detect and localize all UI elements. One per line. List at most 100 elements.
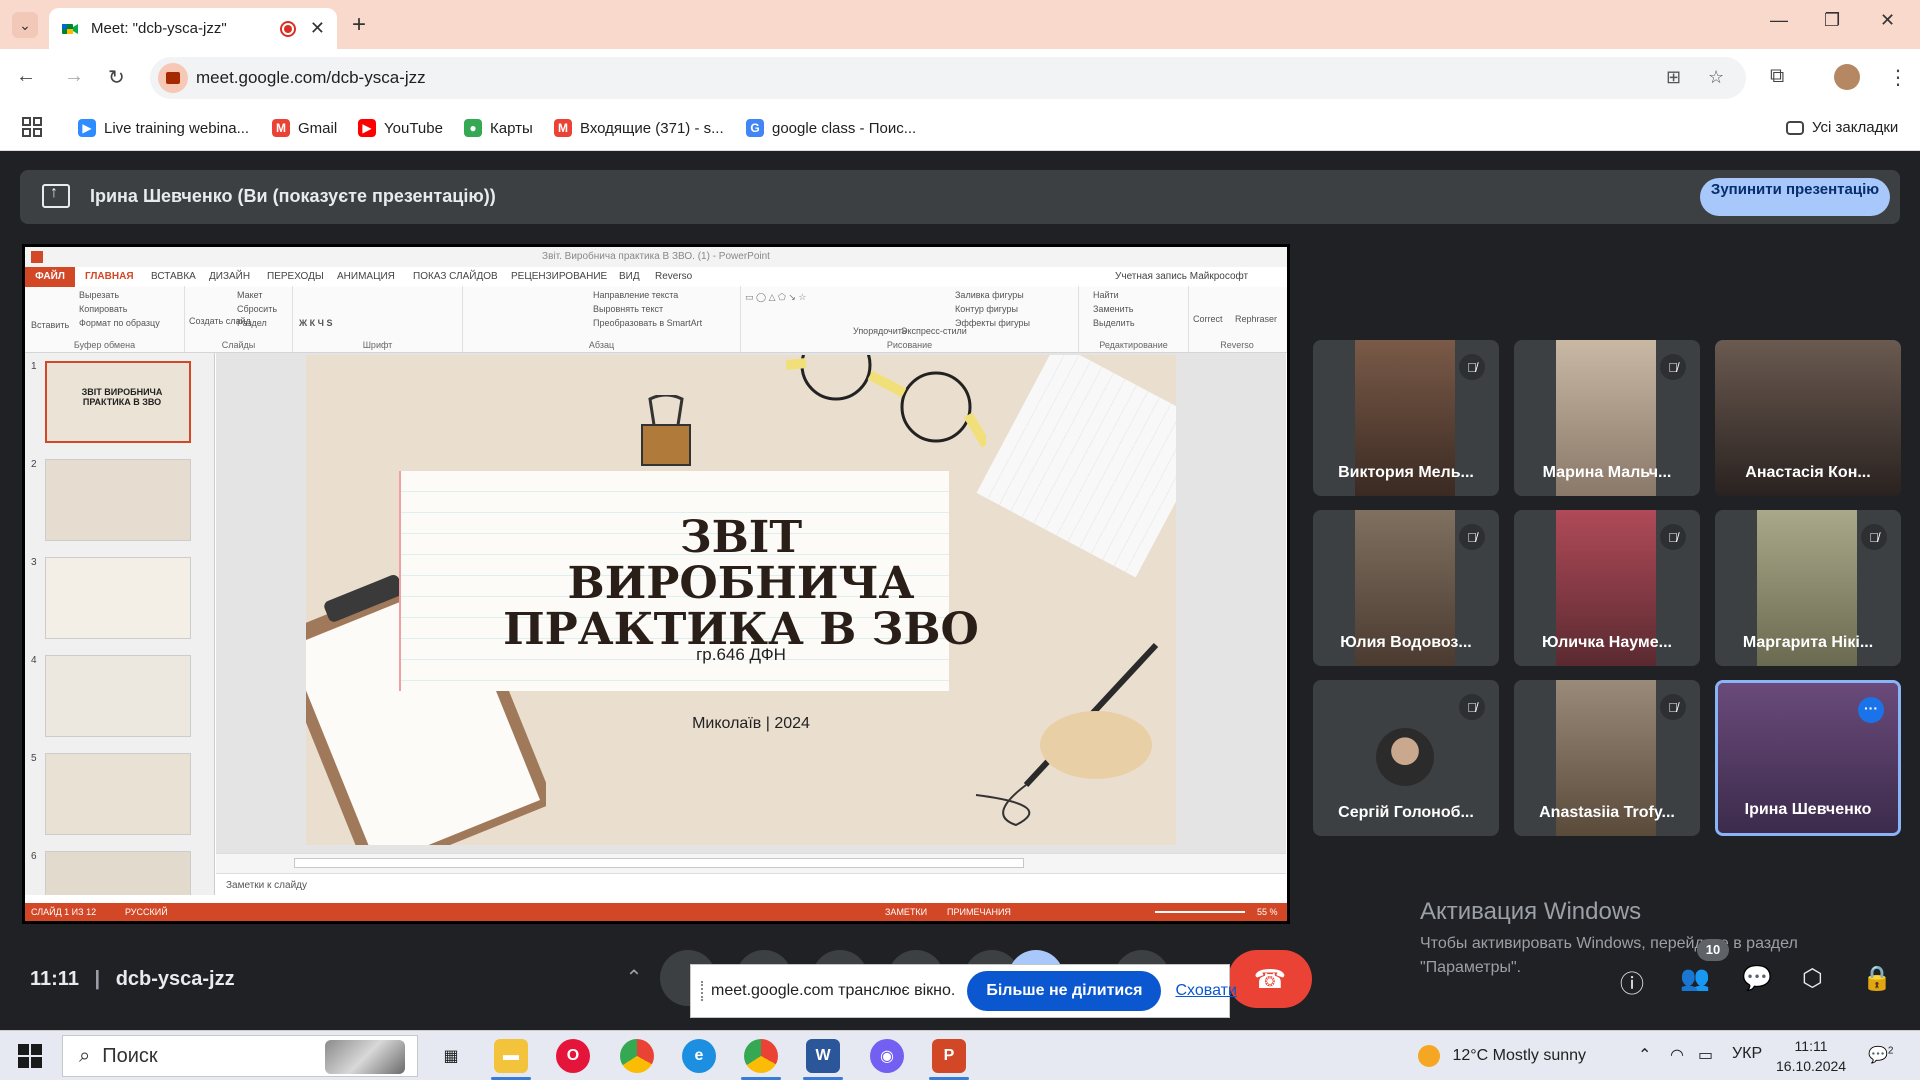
select-button[interactable]: Выделить — [1093, 318, 1135, 328]
language-indicator[interactable]: УКР — [1732, 1045, 1762, 1063]
cut-button[interactable]: Вырезать — [79, 290, 119, 300]
slide-thumbnail[interactable] — [45, 557, 191, 639]
slide-thumbnail[interactable]: ЗВІТ ВИРОБНИЧА ПРАКТИКА В ЗВО — [45, 361, 191, 443]
apps-grid-icon[interactable] — [22, 117, 42, 137]
bookmark-maps[interactable]: ● Карты — [464, 119, 533, 137]
slide-thumbnail[interactable] — [45, 655, 191, 737]
info-icon[interactable]: ⓘ — [1620, 964, 1644, 999]
bookmark-youtube[interactable]: ▶ YouTube — [358, 119, 443, 137]
star-icon[interactable]: ☆ — [1708, 67, 1724, 88]
slide-thumbnail[interactable] — [45, 851, 191, 895]
viber-icon[interactable]: ◉ — [870, 1039, 904, 1073]
hide-notification-link[interactable]: Сховати — [1175, 982, 1236, 1000]
slide-notes[interactable]: Заметки к слайду — [216, 873, 1286, 895]
bookmark-inbox[interactable]: M Входящие (371) - s... — [554, 119, 724, 137]
smartart-button[interactable]: Преобразовать в SmartArt — [593, 318, 702, 328]
zoom-level[interactable]: 55 % — [1257, 903, 1278, 921]
participant-tile[interactable]: 🎙̸ Виктория Мель... — [1313, 340, 1499, 496]
arrange-button[interactable]: Упорядочить — [853, 326, 907, 336]
menu-icon[interactable]: ⋮ — [1888, 65, 1908, 90]
horizontal-scrollbar[interactable] — [216, 853, 1286, 873]
language-indicator[interactable]: РУССКИЙ — [125, 903, 168, 921]
minimize-icon[interactable]: — — [1770, 10, 1788, 31]
stop-presenting-button[interactable]: Зупинити презентацію — [1700, 178, 1890, 216]
tray-expand-icon[interactable]: ⌃ — [1638, 1045, 1651, 1065]
paste-button[interactable]: Вставить — [31, 320, 69, 330]
shapes-gallery-icon[interactable]: ▭ ◯ △ ⬠ ↘ ☆ — [745, 292, 806, 303]
participant-tile[interactable]: 🎙̸ Юлия Водовоз... — [1313, 510, 1499, 666]
chrome-icon[interactable] — [620, 1039, 654, 1073]
site-info-icon[interactable] — [158, 63, 188, 93]
ppt-tab-file[interactable]: ФАЙЛ — [25, 267, 75, 287]
slide-thumbnail[interactable] — [45, 459, 191, 541]
people-icon[interactable]: 👥 — [1680, 964, 1710, 993]
copy-button[interactable]: Копировать — [79, 304, 127, 314]
notes-toggle[interactable]: ЗАМЕТКИ — [885, 903, 927, 921]
notifications-icon[interactable]: 💬2 — [1868, 1045, 1893, 1065]
section-button[interactable]: Раздел — [237, 318, 267, 328]
extensions-icon[interactable]: ⧉ — [1770, 65, 1784, 88]
chevron-up-icon[interactable]: ⌃ — [608, 952, 660, 1004]
ppt-tab-reverso[interactable]: Reverso — [655, 271, 692, 282]
slide-subtitle[interactable]: гр.646 ДФН — [391, 645, 1091, 665]
reload-icon[interactable]: ↻ — [108, 65, 125, 90]
word-icon[interactable]: W — [806, 1039, 840, 1073]
participant-tile[interactable]: 🎙̸ Anastasiia Trofy... — [1514, 680, 1700, 836]
current-slide[interactable]: ЗВІТ ВИРОБНИЧА ПРАКТИКА В ЗВО гр.646 ДФН… — [306, 355, 1176, 845]
ppt-tab-transitions[interactable]: ПЕРЕХОДЫ — [267, 271, 324, 282]
slide-footer[interactable]: Миколаїв | 2024 — [391, 715, 1111, 733]
bookmark-gmail[interactable]: M Gmail — [272, 119, 337, 137]
shape-effects-button[interactable]: Эффекты фигуры — [955, 318, 1030, 328]
new-tab-button[interactable]: + — [352, 11, 366, 39]
correct-button[interactable]: Correct — [1193, 314, 1223, 324]
bookmark-zoom[interactable]: ▶ Live training webina... — [78, 119, 249, 137]
chrome-profile-icon[interactable] — [744, 1039, 778, 1073]
reset-button[interactable]: Сбросить — [237, 304, 277, 314]
weather-widget[interactable]: 12°C Mostly sunny — [1418, 1045, 1586, 1067]
all-bookmarks[interactable]: Усі закладки — [1786, 119, 1898, 136]
drag-handle[interactable] — [701, 981, 703, 1001]
stop-sharing-button[interactable]: Більше не ділитися — [967, 971, 1162, 1011]
browser-tab-meet[interactable]: Meet: "dcb-ysca-jzz" ✕ — [49, 8, 337, 49]
ppt-tab-slideshow[interactable]: ПОКАЗ СЛАЙДОВ — [413, 271, 498, 282]
participant-tile[interactable]: 🎙̸ Сергій Голоноб... — [1313, 680, 1499, 836]
forward-icon[interactable]: → — [64, 65, 84, 88]
participant-tile-self[interactable]: ··· Ірина Шевченко — [1715, 680, 1901, 836]
tab-search-button[interactable]: ⌄ — [12, 12, 38, 38]
layout-button[interactable]: Макет — [237, 290, 262, 300]
wifi-icon[interactable]: ◠ — [1670, 1045, 1684, 1065]
translate-icon[interactable]: ⊞ — [1666, 67, 1681, 88]
chat-icon[interactable]: 💬 — [1742, 964, 1772, 993]
comments-toggle[interactable]: ПРИМЕЧАНИЯ — [947, 903, 1011, 921]
close-tab-icon[interactable]: ✕ — [310, 18, 325, 39]
taskbar-clock[interactable]: 11:11 16.10.2024 — [1776, 1036, 1846, 1076]
leave-call-button[interactable]: ☎ — [1228, 950, 1312, 1008]
activities-icon[interactable]: ⬡ — [1802, 964, 1823, 993]
file-explorer-icon[interactable]: ▬ — [494, 1039, 528, 1073]
edge-icon[interactable]: e — [682, 1039, 716, 1073]
back-icon[interactable]: ← — [16, 65, 36, 88]
more-options-icon[interactable]: ··· — [1858, 697, 1884, 723]
shape-outline-button[interactable]: Контур фигуры — [955, 304, 1018, 314]
address-bar[interactable]: meet.google.com/dcb-ysca-jzz ⊞ ☆ — [150, 57, 1746, 99]
battery-icon[interactable]: ▭ — [1698, 1045, 1713, 1065]
find-button[interactable]: Найти — [1093, 290, 1119, 300]
taskbar-search[interactable]: ⌕ Поиск — [62, 1035, 418, 1077]
ppt-account[interactable]: Учетная запись Майкрософт — [1115, 271, 1248, 282]
text-direction-button[interactable]: Направление текста — [593, 290, 678, 300]
ppt-tab-animation[interactable]: АНИМАЦИЯ — [337, 271, 395, 282]
ppt-tab-design[interactable]: ДИЗАЙН — [209, 271, 250, 282]
windows-start-icon[interactable] — [18, 1044, 42, 1068]
ppt-tab-view[interactable]: ВИД — [619, 271, 640, 282]
bookmark-google-class[interactable]: Ggoogle class - Поис... — [746, 119, 916, 137]
ppt-tab-insert[interactable]: ВСТАВКА — [151, 271, 196, 282]
slide-title[interactable]: ЗВІТ ВИРОБНИЧА ПРАКТИКА В ЗВО — [391, 515, 1091, 653]
replace-button[interactable]: Заменить — [1093, 304, 1133, 314]
slide-editing-canvas[interactable]: ЗВІТ ВИРОБНИЧА ПРАКТИКА В ЗВО гр.646 ДФН… — [216, 353, 1286, 873]
participant-tile[interactable]: 🎙̸ Юличка Науме... — [1514, 510, 1700, 666]
rephraser-button[interactable]: Rephraser — [1235, 314, 1277, 324]
host-controls-icon[interactable]: 🔒 — [1862, 964, 1892, 993]
powerpoint-icon[interactable]: P — [932, 1039, 966, 1073]
scrollbar-thumb[interactable] — [294, 858, 1024, 868]
participant-tile[interactable]: Анастасія Кон... — [1715, 340, 1901, 496]
